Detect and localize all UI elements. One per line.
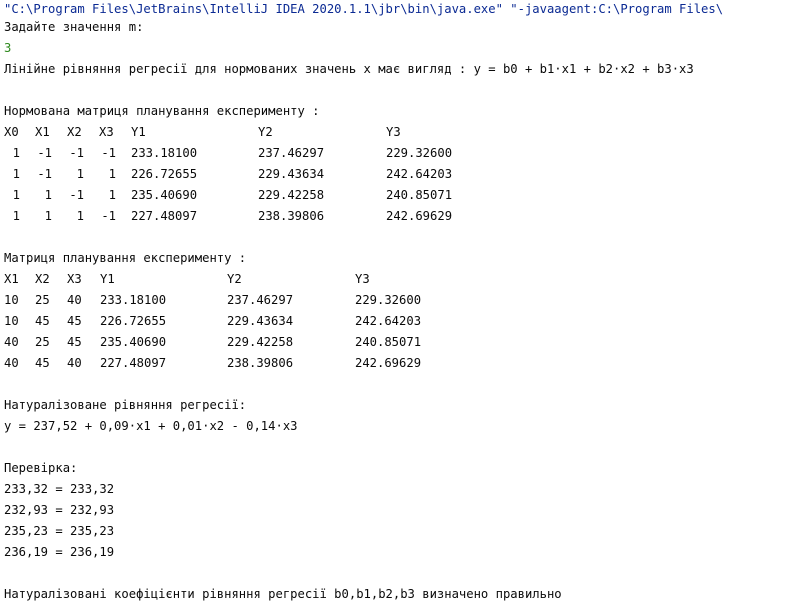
table-cell: 40 [67, 293, 82, 307]
check-line: 235,23 = 235,23 [4, 524, 115, 538]
table-cell: 10 [4, 314, 19, 328]
table-cell: 233.18100 [100, 293, 167, 307]
check-line: 233,32 = 233,32 [4, 482, 115, 496]
table-cell: 1 [44, 188, 52, 202]
table-cell: 235.40690 [100, 335, 167, 349]
table-row: 40 45 40 227.48097 238.39806 242.69629 [0, 353, 785, 373]
table-cell: 226.72655 [131, 167, 198, 181]
table-cell: 238.39806 [227, 356, 294, 370]
table-cell: 40 [4, 335, 19, 349]
check-line: 236,19 = 236,19 [4, 545, 115, 559]
table-cell: 229.32600 [386, 146, 453, 160]
table-cell: 45 [35, 314, 50, 328]
col-header: X1 [4, 272, 19, 286]
col-header: Y2 [227, 272, 242, 286]
console-output[interactable]: "C:\Program Files\JetBrains\IntelliJ IDE… [0, 0, 785, 616]
check-line: 232,93 = 232,93 [4, 503, 115, 517]
natural-table-header: X1 X2 X3 Y1 Y2 Y3 [0, 269, 785, 289]
table-cell: 229.42258 [227, 335, 294, 349]
table-cell: 227.48097 [131, 209, 198, 223]
table-cell: 40 [4, 356, 19, 370]
table-cell: 1 [108, 167, 116, 181]
col-header: X3 [99, 125, 114, 139]
col-header: X2 [35, 272, 50, 286]
table-row: 1 1 1 -1 227.48097 238.39806 242.69629 [0, 206, 785, 226]
natural-matrix-title: Матриця планування експерименту : [4, 251, 247, 265]
table-row: 40 25 45 235.40690 229.42258 240.85071 [0, 332, 785, 352]
table-cell: 242.64203 [386, 167, 453, 181]
table-cell: 226.72655 [100, 314, 167, 328]
table-cell: 1 [108, 188, 116, 202]
table-cell: 227.48097 [100, 356, 167, 370]
table-row: 10 25 40 233.18100 237.46297 229.32600 [0, 290, 785, 310]
table-cell: 235.40690 [131, 188, 198, 202]
table-cell: 1 [12, 167, 20, 181]
table-cell: 25 [35, 335, 50, 349]
table-row: 10 45 45 226.72655 229.43634 242.64203 [0, 311, 785, 331]
table-row: 1 1 -1 1 235.40690 229.42258 240.85071 [0, 185, 785, 205]
table-cell: 25 [35, 293, 50, 307]
naturalized-equation-title: Натуралізоване рівняння регресії: [4, 398, 247, 412]
table-cell: 45 [67, 335, 82, 349]
table-cell: 229.43634 [227, 314, 294, 328]
col-header: X0 [4, 125, 19, 139]
col-header: X3 [67, 272, 82, 286]
conclusion-line: Натуралізовані коефіцієнти рівняння регр… [4, 587, 562, 601]
table-cell: -1 [101, 146, 116, 160]
col-header: X2 [67, 125, 82, 139]
table-cell: 45 [67, 314, 82, 328]
table-row: 1 -1 1 1 226.72655 229.43634 242.64203 [0, 164, 785, 184]
table-cell: 237.46297 [258, 146, 325, 160]
normalized-table-header: X0 X1 X2 X3 Y1 Y2 Y3 [0, 122, 785, 142]
table-cell: 237.46297 [227, 293, 294, 307]
table-cell: 229.32600 [355, 293, 422, 307]
table-cell: -1 [101, 209, 116, 223]
col-header: X1 [35, 125, 50, 139]
equation-intro: Лінійне рівняння регресії для нормованих… [4, 62, 694, 76]
table-cell: 1 [12, 146, 20, 160]
col-header: Y1 [131, 125, 146, 139]
col-header: Y2 [258, 125, 273, 139]
col-header: Y1 [100, 272, 115, 286]
table-cell: 10 [4, 293, 19, 307]
table-cell: 238.39806 [258, 209, 325, 223]
col-header: Y3 [355, 272, 370, 286]
table-row: 1 -1 -1 -1 233.18100 237.46297 229.32600 [0, 143, 785, 163]
table-cell: 240.85071 [355, 335, 422, 349]
table-cell: -1 [37, 146, 52, 160]
table-cell: 242.69629 [386, 209, 453, 223]
table-cell: 1 [12, 188, 20, 202]
user-input: 3 [4, 41, 12, 55]
table-cell: 45 [35, 356, 50, 370]
table-cell: 1 [76, 167, 84, 181]
table-cell: -1 [37, 167, 52, 181]
input-prompt: Задайте значення m: [4, 20, 144, 34]
normalized-matrix-title: Нормована матриця планування експеримент… [4, 104, 320, 118]
check-title: Перевірка: [4, 461, 78, 475]
table-cell: 1 [12, 209, 20, 223]
table-cell: -1 [69, 188, 84, 202]
table-cell: 233.18100 [131, 146, 198, 160]
table-cell: 1 [44, 209, 52, 223]
table-cell: 242.64203 [355, 314, 422, 328]
table-cell: 40 [67, 356, 82, 370]
table-cell: 229.42258 [258, 188, 325, 202]
table-cell: 1 [76, 209, 84, 223]
naturalized-equation: y = 237,52 + 0,09·x1 + 0,01·x2 - 0,14·x3 [4, 419, 298, 433]
col-header: Y3 [386, 125, 401, 139]
table-cell: 240.85071 [386, 188, 453, 202]
table-cell: -1 [69, 146, 84, 160]
table-cell: 242.69629 [355, 356, 422, 370]
table-cell: 229.43634 [258, 167, 325, 181]
